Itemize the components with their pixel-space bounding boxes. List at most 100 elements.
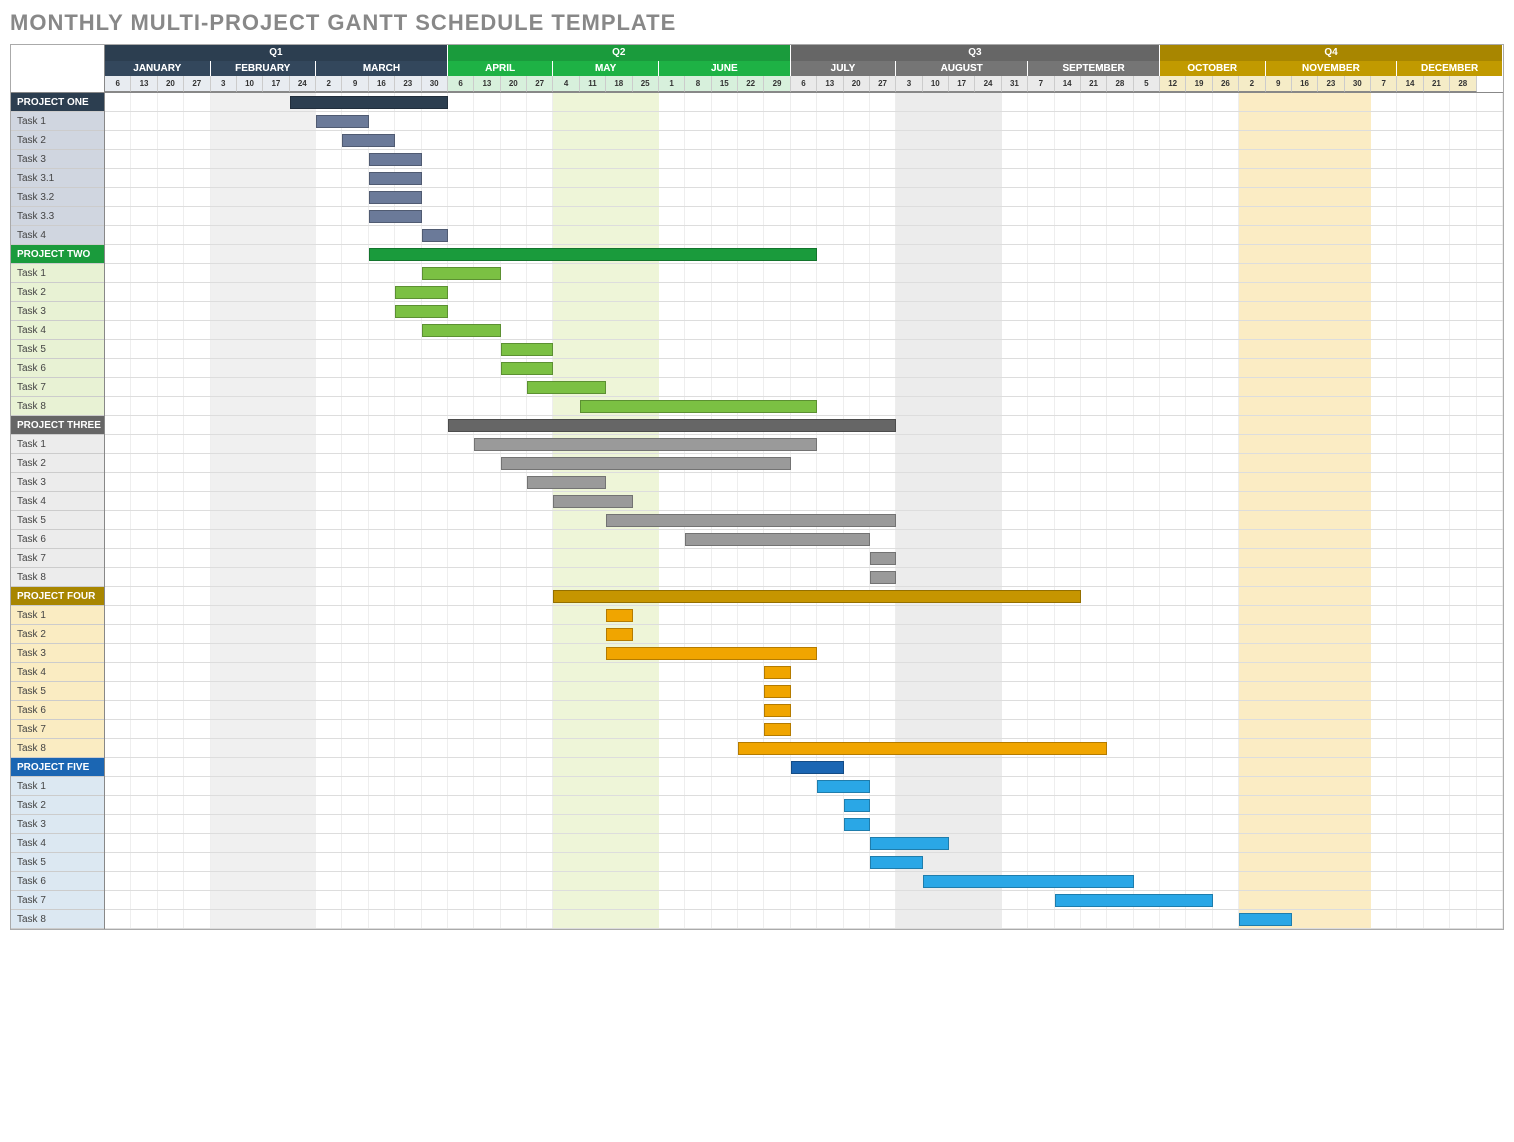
month-header: FEBRUARY — [211, 61, 317, 77]
week-header: 31 — [1002, 76, 1028, 92]
gantt-bar — [553, 495, 632, 508]
gantt-bar — [923, 875, 1134, 888]
task-label: Task 2 — [11, 283, 104, 302]
month-header: APRIL — [448, 61, 554, 77]
gantt-bar — [316, 115, 369, 128]
task-row — [105, 359, 1503, 378]
task-row — [105, 321, 1503, 340]
week-header: 6 — [791, 76, 817, 92]
week-header: 29 — [764, 76, 790, 92]
task-row — [105, 207, 1503, 226]
task-row — [105, 112, 1503, 131]
gantt-bar — [870, 856, 923, 869]
task-label: Task 4 — [11, 321, 104, 340]
label-column: PROJECT ONETask 1Task 2Task 3Task 3.1Tas… — [11, 45, 105, 929]
task-label: Task 8 — [11, 910, 104, 929]
month-header: JUNE — [659, 61, 791, 77]
gantt-bar — [844, 799, 870, 812]
gantt-bar — [870, 571, 896, 584]
quarter-header: Q1 — [105, 45, 448, 61]
task-row — [105, 663, 1503, 682]
week-header: 3 — [896, 76, 922, 92]
gantt-bar — [527, 381, 606, 394]
week-header: 1 — [659, 76, 685, 92]
gantt-bar — [369, 172, 422, 185]
week-header: 21 — [1424, 76, 1450, 92]
week-header: 13 — [474, 76, 500, 92]
gantt-bar — [764, 723, 790, 736]
task-label: Task 5 — [11, 853, 104, 872]
grid-area: Q1Q2Q3Q4 JANUARYFEBRUARYMARCHAPRILMAYJUN… — [105, 45, 1503, 929]
week-header: 18 — [606, 76, 632, 92]
task-row — [105, 872, 1503, 891]
month-header: AUGUST — [896, 61, 1028, 77]
project-header: PROJECT ONE — [11, 93, 104, 112]
gantt-bar — [342, 134, 395, 147]
task-row — [105, 815, 1503, 834]
gantt-bar — [580, 400, 817, 413]
gantt-bar — [395, 305, 448, 318]
quarter-header: Q4 — [1160, 45, 1503, 61]
task-row — [105, 720, 1503, 739]
week-header: 10 — [923, 76, 949, 92]
task-row — [105, 169, 1503, 188]
week-header: 13 — [131, 76, 157, 92]
task-label: Task 8 — [11, 397, 104, 416]
week-header: 3 — [211, 76, 237, 92]
gantt-bar — [685, 533, 870, 546]
task-label: Task 8 — [11, 568, 104, 587]
gantt-bar — [369, 248, 817, 261]
gantt-bar — [606, 609, 632, 622]
task-row — [105, 853, 1503, 872]
week-header: 27 — [184, 76, 210, 92]
task-row — [105, 530, 1503, 549]
task-label: Task 1 — [11, 435, 104, 454]
task-row — [105, 568, 1503, 587]
task-row — [105, 606, 1503, 625]
week-header: 7 — [1028, 76, 1054, 92]
week-header: 17 — [949, 76, 975, 92]
task-label: Task 4 — [11, 663, 104, 682]
task-label: Task 2 — [11, 625, 104, 644]
gantt-bar — [501, 343, 554, 356]
month-header: MAY — [553, 61, 659, 77]
month-header: NOVEMBER — [1266, 61, 1398, 77]
task-label: Task 3.1 — [11, 169, 104, 188]
task-row — [105, 625, 1503, 644]
task-row — [105, 454, 1503, 473]
week-header: 27 — [527, 76, 553, 92]
task-label: Task 1 — [11, 112, 104, 131]
month-header: DECEMBER — [1397, 61, 1503, 77]
task-label: Task 5 — [11, 340, 104, 359]
task-row — [105, 739, 1503, 758]
project-header-row — [105, 758, 1503, 777]
task-label: Task 4 — [11, 226, 104, 245]
week-header: 12 — [1160, 76, 1186, 92]
task-label: Task 8 — [11, 739, 104, 758]
month-header: MARCH — [316, 61, 448, 77]
timeline-header: Q1Q2Q3Q4 JANUARYFEBRUARYMARCHAPRILMAYJUN… — [105, 45, 1503, 93]
project-header: PROJECT FIVE — [11, 758, 104, 777]
task-row — [105, 340, 1503, 359]
page-title: MONTHLY MULTI-PROJECT GANTT SCHEDULE TEM… — [10, 10, 1504, 36]
gantt-bar — [369, 153, 422, 166]
gantt-bar — [527, 476, 606, 489]
gantt-bar — [764, 666, 790, 679]
project-header-row — [105, 93, 1503, 112]
task-row — [105, 644, 1503, 663]
gantt-bar — [817, 780, 870, 793]
task-label: Task 7 — [11, 891, 104, 910]
week-header: 8 — [685, 76, 711, 92]
month-header: OCTOBER — [1160, 61, 1266, 77]
task-row — [105, 226, 1503, 245]
week-header: 22 — [738, 76, 764, 92]
project-header: PROJECT THREE — [11, 416, 104, 435]
task-row — [105, 511, 1503, 530]
task-label: Task 3 — [11, 815, 104, 834]
task-row — [105, 188, 1503, 207]
week-header: 20 — [501, 76, 527, 92]
task-row — [105, 435, 1503, 454]
task-label: Task 7 — [11, 378, 104, 397]
project-header-row — [105, 416, 1503, 435]
week-header: 14 — [1397, 76, 1423, 92]
